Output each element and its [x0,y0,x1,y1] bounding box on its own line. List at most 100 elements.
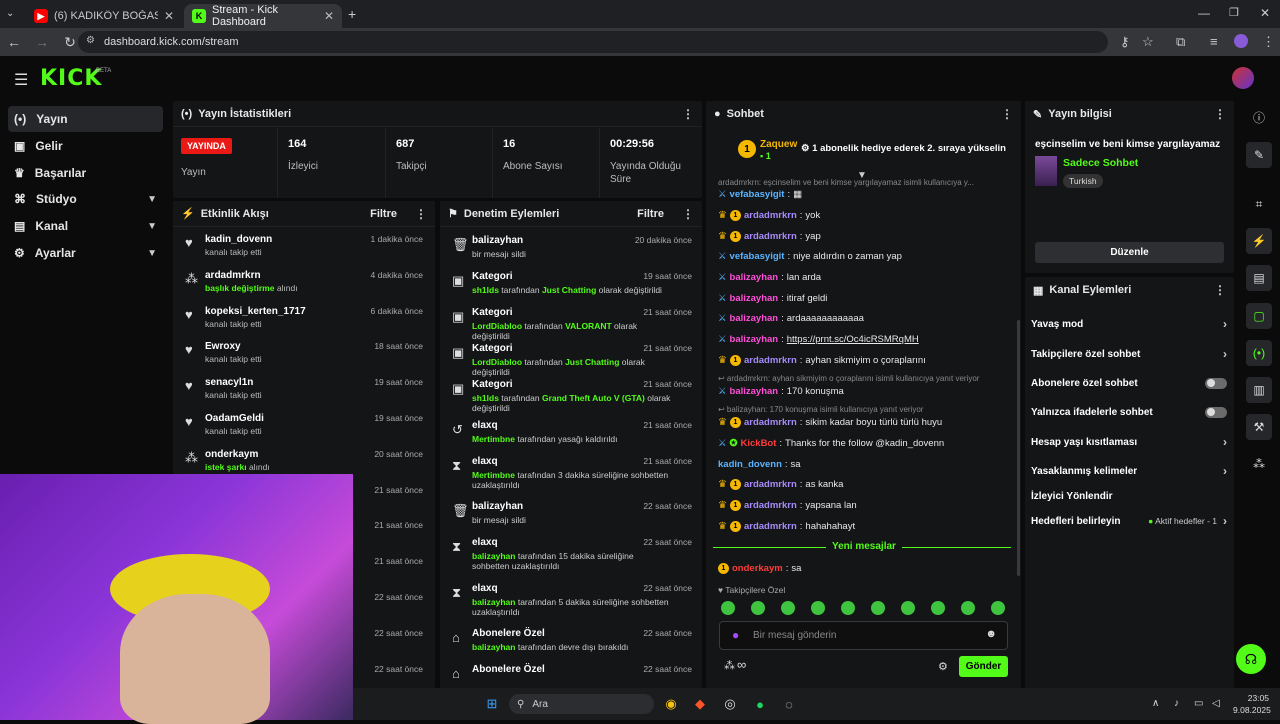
emote-button[interactable] [961,601,975,615]
media-icon[interactable]: ≡ [1210,34,1218,49]
moderation-user[interactable]: sh1lds [472,393,499,403]
moderation-user[interactable]: LordDiabloo [472,357,522,367]
mic-icon[interactable]: ● [732,628,739,642]
tool-icon[interactable]: ⚒ [1246,414,1272,440]
emote-button[interactable] [751,601,765,615]
event-username[interactable]: senacyl1n [205,377,262,388]
activity-event[interactable]: ♥ kadin_dovenn kanalı takip etti 1 dakika ö… [173,231,431,267]
activity-event[interactable]: ♥ Ewroxy kanalı takip etti 18 saat önce [173,338,431,374]
event-username[interactable]: ardadmrkrn [205,270,298,281]
event-username[interactable]: kopeksi_kerten_1717 [205,306,306,317]
browser-menu-icon[interactable]: ⋮ [1262,34,1275,50]
back-icon[interactable]: ← [0,34,28,50]
chat-username[interactable]: ardadmrkrn [744,521,797,532]
profile-avatar[interactable] [1234,34,1248,48]
action-set-goals[interactable]: Hedefleri belirleyin ● Aktif hedefler - 1… [1031,507,1227,535]
pinned-user[interactable]: Zaquew [760,139,797,150]
chat-username[interactable]: ardadmrkrn [744,417,797,428]
windows-start-icon[interactable]: ⊞ [482,694,502,714]
spotify-icon[interactable]: ● [750,694,770,714]
chat-username[interactable]: onderkaym [732,563,783,574]
sidebar-item-ayarlar[interactable]: ⚙ Ayarlar ▼ [8,240,163,266]
more-icon[interactable]: ⋮ [682,107,694,121]
activity-event[interactable]: ♥ senacyl1n kanalı takip etti 19 saat önce [173,374,431,410]
emote-button[interactable] [721,601,735,615]
tab-kick-dashboard[interactable]: K Stream - Kick Dashboard ✕ [184,4,342,28]
sidebar-item-kanal[interactable]: ▤ Kanal ▼ [8,213,163,239]
moderation-user[interactable]: balizayhan [472,642,515,652]
chat-username[interactable]: ardadmrkrn [744,479,797,490]
emote-button[interactable] [781,601,795,615]
chat-scrollbar[interactable] [1017,320,1020,576]
subscribers-only-toggle[interactable] [1205,377,1227,389]
more-icon[interactable]: ⋮ [1214,107,1226,121]
event-username[interactable]: OadamGeldi [205,413,264,424]
moderation-item[interactable]: ⌂ Abonelere Özel 22 saat önce [440,660,702,681]
activity-event[interactable]: ♥ kopeksi_kerten_1717 kanalı takip etti 6 d… [173,303,431,339]
moderation-item[interactable]: ⧗ elaxq balizayhan tarafından 5 dakika sür… [440,579,702,617]
activity-event[interactable]: ♥ OadamGeldi kanalı takip etti 19 saat önce [173,410,431,446]
crop-icon[interactable]: ⌗ [1246,191,1272,217]
moderation-user[interactable]: balizayhan [472,551,515,561]
site-info-icon[interactable]: ⚙ [86,35,95,46]
chat-username[interactable]: balizayhan [730,334,779,345]
action-redirect-viewers[interactable]: İzleyici Yönlendir [1031,482,1227,510]
chat-username[interactable]: ardadmrkrn [744,355,797,366]
chat-username[interactable]: vefabasyigit [730,251,785,262]
maximize-icon[interactable]: ❐ [1229,6,1239,19]
more-icon[interactable]: ⋮ [1001,107,1013,121]
activity-event[interactable]: ⁂ ardadmrkrn başlık değiştirme alındı 4 dak… [173,267,431,303]
moderation-item[interactable]: ▣ Kategori sh1lds tarafından Grand Theft A… [440,375,702,413]
emoji-icon[interactable]: ☻ [985,628,997,640]
filter-button[interactable]: Filtre [637,208,664,220]
extensions-icon[interactable]: ⧉ [1176,34,1185,50]
event-username[interactable]: Ewroxy [205,341,262,352]
chat-username[interactable]: balizayhan [730,293,779,304]
chat-username[interactable]: balizayhan [730,386,779,397]
moderation-item[interactable]: ⧗ elaxq Mertimbne tarafından 3 dakika süre… [440,452,702,490]
chrome-icon[interactable]: ◉ [661,694,681,714]
action-account-age[interactable]: Hesap yaşı kısıtlaması › [1031,428,1227,456]
chat-input[interactable]: ● Bir mesaj gönderin ☻ [719,621,1008,650]
document-icon[interactable]: ▤ [1246,265,1272,291]
kick-logo[interactable]: KICK [40,66,102,91]
action-followers-only[interactable]: Takipçilere özel sohbet › [1031,340,1227,368]
chat-bubble-icon[interactable]: ▢ [1246,303,1272,329]
tab-search-icon[interactable]: ⌄ [6,8,14,19]
moderation-item[interactable]: ▣ Kategori LordDiabloo tarafından Just Cha… [440,339,702,377]
kick-points-icon[interactable]: ⁂ [724,659,735,672]
send-button[interactable]: Gönder [959,656,1008,677]
taskbar-search[interactable]: ⚲ Ara [509,694,654,714]
moderation-user[interactable]: Mertimbne [472,434,515,444]
tab-youtube[interactable]: ▶ (6) KADIKÖY BOĞASI DOĞUM G ✕ [26,4,182,28]
moderation-item[interactable]: 🗑 balizayhan bir mesajı sildi 20 dakika önc… [440,231,702,259]
window-close-icon[interactable]: ✕ [1260,6,1270,20]
emote-button[interactable] [991,601,1005,615]
network-icon[interactable]: ▭ [1194,698,1203,709]
moderation-user[interactable]: sh1lds [472,285,499,295]
close-icon[interactable]: ✕ [164,9,174,23]
chat-username[interactable]: balizayhan [730,272,779,283]
chat-username[interactable]: ardadmrkrn [744,500,797,511]
emote-button[interactable] [811,601,825,615]
forward-icon[interactable]: → [28,34,56,50]
edit-button[interactable]: Düzenle [1035,242,1224,263]
broadcast-signal-icon[interactable]: (•) [1246,340,1272,366]
volume-icon[interactable]: ◁ [1212,698,1220,709]
moderation-user[interactable]: Mertimbne [472,470,515,480]
user-avatar[interactable] [1232,67,1254,89]
moderation-item[interactable]: ↺ elaxq Mertimbne tarafından yasağı kaldır… [440,416,702,444]
chat-username[interactable]: balizayhan [730,313,779,324]
action-slow-mode[interactable]: Yavaş mod › [1031,310,1227,338]
tray-chevron-icon[interactable]: ∧ [1152,698,1159,709]
moderation-item[interactable]: ⌂ Abonelere Özel balizayhan tarafından dev… [440,624,702,652]
sidebar-item-gelir[interactable]: ▣ Gelir [8,133,163,159]
emote-button[interactable] [841,601,855,615]
moderation-item[interactable]: 🗑 balizayhan bir mesajı sildi 22 saat önce [440,497,702,525]
nodes-icon[interactable]: ⁂ [1246,451,1272,477]
moderation-item[interactable]: ▣ Kategori LordDiabloo tarafından VALORANT… [440,303,702,341]
brave-icon[interactable]: ◆ [690,694,710,714]
app-icon[interactable]: ◎ [720,694,740,714]
moderation-user[interactable]: LordDiabloo [472,321,522,331]
emote-button[interactable] [901,601,915,615]
